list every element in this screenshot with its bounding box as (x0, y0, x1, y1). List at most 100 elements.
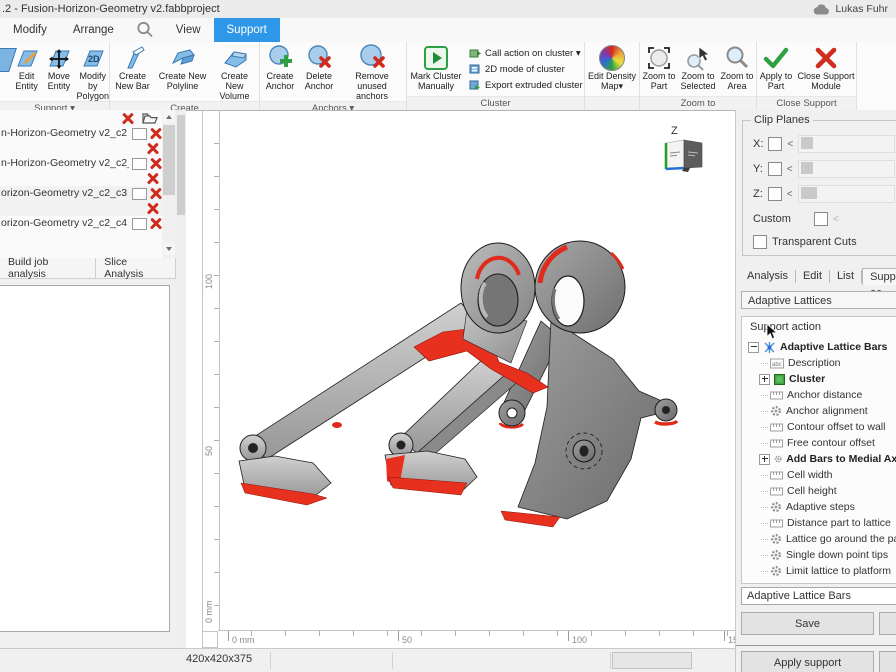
zoom-to-area-button[interactable]: Zoom to Area (719, 44, 755, 91)
zoom-to-part-button[interactable]: Zoom to Part (641, 44, 677, 91)
tree-item-anchor-distance[interactable]: Anchor distance (744, 387, 896, 403)
model-bracket-part[interactable] (215, 211, 735, 581)
edit-entity-button[interactable]: Edit Entity (12, 44, 41, 91)
tree-item-cluster[interactable]: Cluster (744, 371, 896, 387)
clip-x-slider[interactable] (798, 135, 895, 153)
tab-edit[interactable]: Edit (796, 270, 830, 283)
clip-z-flip-button[interactable]: < (787, 189, 793, 200)
create-new-bar-button[interactable]: Create New Bar (112, 44, 154, 91)
transparent-cuts-checkbox[interactable] (753, 235, 767, 249)
tree-item-adaptive-lattice-bars[interactable]: Adaptive Lattice Bars (744, 339, 896, 355)
delete-part-icon[interactable] (150, 218, 162, 229)
save-secondary-button[interactable] (879, 612, 896, 635)
call-action-on-cluster-button[interactable]: Call action on cluster ▾ (469, 46, 583, 60)
group-label-support[interactable]: Support ▾ (0, 101, 109, 110)
tab-analysis[interactable]: Analysis (740, 270, 796, 283)
clip-z-slider-thumb[interactable] (801, 187, 817, 199)
edit-density-map-button[interactable]: Edit Density Map▾ (586, 44, 638, 91)
delete-support-icon[interactable] (147, 173, 159, 184)
tree-item-description[interactable]: abc Description (744, 355, 896, 371)
support-count-button[interactable] (132, 188, 147, 200)
part-row[interactable]: n-Horizon-Geometry v2_c2_c2 (0, 156, 162, 171)
clip-x-slider-thumb[interactable] (801, 137, 813, 149)
clip-custom-checkbox[interactable] (814, 212, 828, 226)
expand-icon[interactable] (759, 454, 770, 465)
zoom-to-selected-button[interactable]: Zoom to Selected (680, 44, 716, 91)
apply-support-button[interactable]: Apply support (741, 651, 874, 672)
tree-item-cell-width[interactable]: Cell width (744, 467, 896, 483)
preset-dropdown[interactable]: Adaptive Lattices (741, 291, 896, 309)
mark-cluster-manually-button[interactable]: Mark Cluster Manually (409, 44, 463, 91)
clip-y-checkbox[interactable] (768, 162, 782, 176)
delete-anchor-button[interactable]: Delete Anchor (301, 44, 337, 91)
support-count-button[interactable] (132, 128, 147, 140)
part-row[interactable]: orizon-Geometry v2_c2_c4 (0, 216, 162, 231)
clip-z-checkbox[interactable] (768, 187, 782, 201)
tree-item-adaptive-steps[interactable]: Adaptive steps (744, 499, 896, 515)
modify-by-polygon-button[interactable]: 2D Modify by Polygon (76, 44, 109, 101)
tree-item-anchor-alignment[interactable]: Anchor alignment (744, 403, 896, 419)
part-row[interactable]: n-Horizon-Geometry v2_c2 (0, 126, 162, 141)
open-folder-icon[interactable] (142, 112, 158, 124)
part-list-scrollbar[interactable] (162, 110, 176, 258)
delete-support-icon[interactable] (147, 203, 159, 214)
tab-view[interactable]: View (163, 18, 214, 42)
tree-item-add-bars-to-medial-axis[interactable]: Add Bars to Medial Axis (744, 451, 896, 467)
orientation-cube[interactable]: Z (663, 125, 709, 177)
user-account[interactable]: Lukas Fuhr (813, 0, 888, 18)
delete-part-icon[interactable] (150, 158, 162, 169)
tree-item-lattice-go-around-the-part[interactable]: Lattice go around the part (744, 531, 896, 547)
delete-part-icon[interactable] (150, 128, 162, 139)
edit-entity-icon (14, 44, 40, 71)
delete-all-icon[interactable] (122, 113, 134, 124)
tab-support-action[interactable]: Support ac (862, 268, 896, 285)
viewport-3d[interactable]: 100 50 0 mm 0 mm 50 100 150 Z (186, 110, 735, 648)
part-row[interactable]: orizon-Geometry v2_c2_c3 (0, 186, 162, 201)
2d-mode-of-cluster-button[interactable]: 2D mode of cluster (469, 62, 583, 76)
apply-to-part-button[interactable]: Apply to Part (758, 44, 794, 91)
support-name-input[interactable] (741, 587, 896, 605)
tab-support[interactable]: Support (214, 18, 280, 42)
create-new-volume-button[interactable]: Create New Volume (212, 44, 258, 101)
ribbon: Edit Entity Move Entity 2D Modify by Pol… (0, 42, 896, 111)
expand-icon[interactable] (759, 374, 770, 385)
tree-item-free-contour-offset[interactable]: Free contour offset (744, 435, 896, 451)
clip-x-flip-button[interactable]: < (787, 139, 793, 150)
delete-part-icon[interactable] (150, 188, 162, 199)
tree-item-contour-offset-to-wall[interactable]: Contour offset to wall (744, 419, 896, 435)
support-count-button[interactable] (132, 218, 147, 230)
save-button[interactable]: Save (741, 612, 874, 635)
clip-z-slider[interactable] (798, 185, 895, 203)
create-new-polyline-button[interactable]: Create New Polyline (157, 44, 209, 91)
tab-build-job-analysis[interactable]: Build job analysis (0, 258, 96, 278)
group-label-anchors[interactable]: Anchors ▾ (260, 101, 406, 110)
clip-y-slider[interactable] (798, 160, 895, 178)
close-support-module-button[interactable]: Close Support Module (797, 44, 855, 91)
tree-item-cell-height[interactable]: Cell height (744, 483, 896, 499)
tab-list[interactable]: List (830, 270, 862, 283)
scroll-up-button[interactable] (163, 111, 175, 123)
create-anchor-button[interactable]: Create Anchor (262, 44, 298, 91)
tree-item-distance-part-to-lattice[interactable]: Distance part to lattice (744, 515, 896, 531)
tab-arrange[interactable]: Arrange (60, 18, 127, 42)
tab-modify[interactable]: Modify (0, 18, 60, 42)
tab-slice-analysis[interactable]: Slice Analysis (96, 258, 176, 278)
panel-splitter-scrollbar[interactable] (176, 110, 186, 648)
tree-item-single-down-point-tips[interactable]: Single down point tips (744, 547, 896, 563)
tree-item-limit-lattice-to-platform[interactable]: Limit lattice to platform (744, 563, 896, 579)
remove-unused-anchors-button[interactable]: Remove unused anchors (340, 44, 404, 101)
scrollbar-thumb[interactable] (163, 125, 175, 195)
clip-x-checkbox[interactable] (768, 137, 782, 151)
zoom-to-selected-icon (685, 44, 711, 71)
clip-y-slider-thumb[interactable] (801, 162, 813, 174)
splitter-thumb[interactable] (177, 115, 185, 215)
move-entity-button[interactable]: Move Entity (44, 44, 73, 91)
collapse-icon[interactable] (748, 342, 759, 353)
apply-secondary-button[interactable] (879, 651, 896, 672)
support-count-button[interactable] (132, 158, 147, 170)
scroll-down-button[interactable] (163, 243, 175, 255)
search-button[interactable] (127, 18, 163, 42)
delete-support-icon[interactable] (147, 143, 159, 154)
clip-y-flip-button[interactable]: < (787, 164, 793, 175)
export-extruded-cluster-button[interactable]: Export extruded cluster (469, 78, 583, 92)
